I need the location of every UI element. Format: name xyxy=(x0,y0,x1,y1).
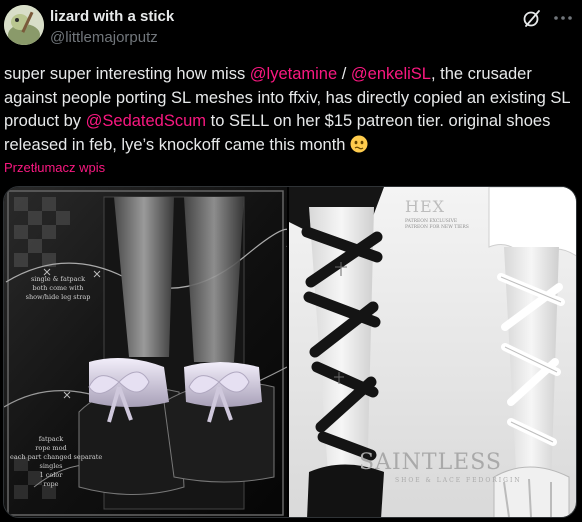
tweet: lizard with a stick @littlemajorputz sup… xyxy=(0,0,582,522)
media-grid: single & fatpack both come with show/hid… xyxy=(3,186,577,518)
caption-line: 1 color xyxy=(39,471,63,479)
left-image-caption-top: single & fatpack both come with show/hid… xyxy=(10,275,106,302)
display-name[interactable]: lizard with a stick xyxy=(50,8,174,25)
translate-link[interactable]: Przetłumacz wpis xyxy=(4,160,105,175)
caption-line: singles xyxy=(39,462,63,470)
right-image-brand: HEX xyxy=(405,197,446,216)
grok-icon[interactable] xyxy=(522,8,542,28)
media-image-right[interactable]: HEX PATREON EXCLUSIVE PATREON FOR NEW TI… xyxy=(289,187,576,517)
mention-enkelisl[interactable]: @enkeliSL xyxy=(351,65,431,83)
caption-line: each part changed separate xyxy=(10,453,103,461)
caption-line: fatpack xyxy=(38,435,64,443)
tweet-text-segment: / xyxy=(337,65,351,83)
avatar[interactable] xyxy=(4,5,44,45)
caption-line: rope mod xyxy=(35,444,67,452)
mention-sedatedscum[interactable]: @SedatedScum xyxy=(86,112,206,130)
avatar-icon xyxy=(4,5,44,45)
left-image-caption-bottom: fatpack rope mod each part changed separ… xyxy=(10,435,103,489)
tweet-text-segment: super super interesting how miss xyxy=(4,65,250,83)
right-image-product-sub: SHOE & LACE FEDORIGIN xyxy=(395,477,522,484)
caption-line: single & fatpack xyxy=(30,275,86,283)
more-icon[interactable] xyxy=(552,8,574,28)
user-handle[interactable]: @littlemajorputz xyxy=(50,29,158,46)
brand-line: PATREON FOR NEW TIERS xyxy=(405,225,469,230)
tweet-text: super super interesting how miss @lyetam… xyxy=(4,63,574,157)
caption-line: show/hide leg strap xyxy=(25,293,91,301)
pleading-wobbly-face-emoji xyxy=(350,135,368,153)
caption-line: rope xyxy=(43,480,59,488)
caption-line: both come with xyxy=(32,284,84,292)
mention-lyetamine[interactable]: @lyetamine xyxy=(250,65,337,83)
right-image-brand-lines: PATREON EXCLUSIVE PATREON FOR NEW TIERS xyxy=(405,219,469,231)
media-image-left[interactable]: single & fatpack both come with show/hid… xyxy=(4,187,287,517)
right-image-product: SAINTLESS xyxy=(359,450,502,475)
